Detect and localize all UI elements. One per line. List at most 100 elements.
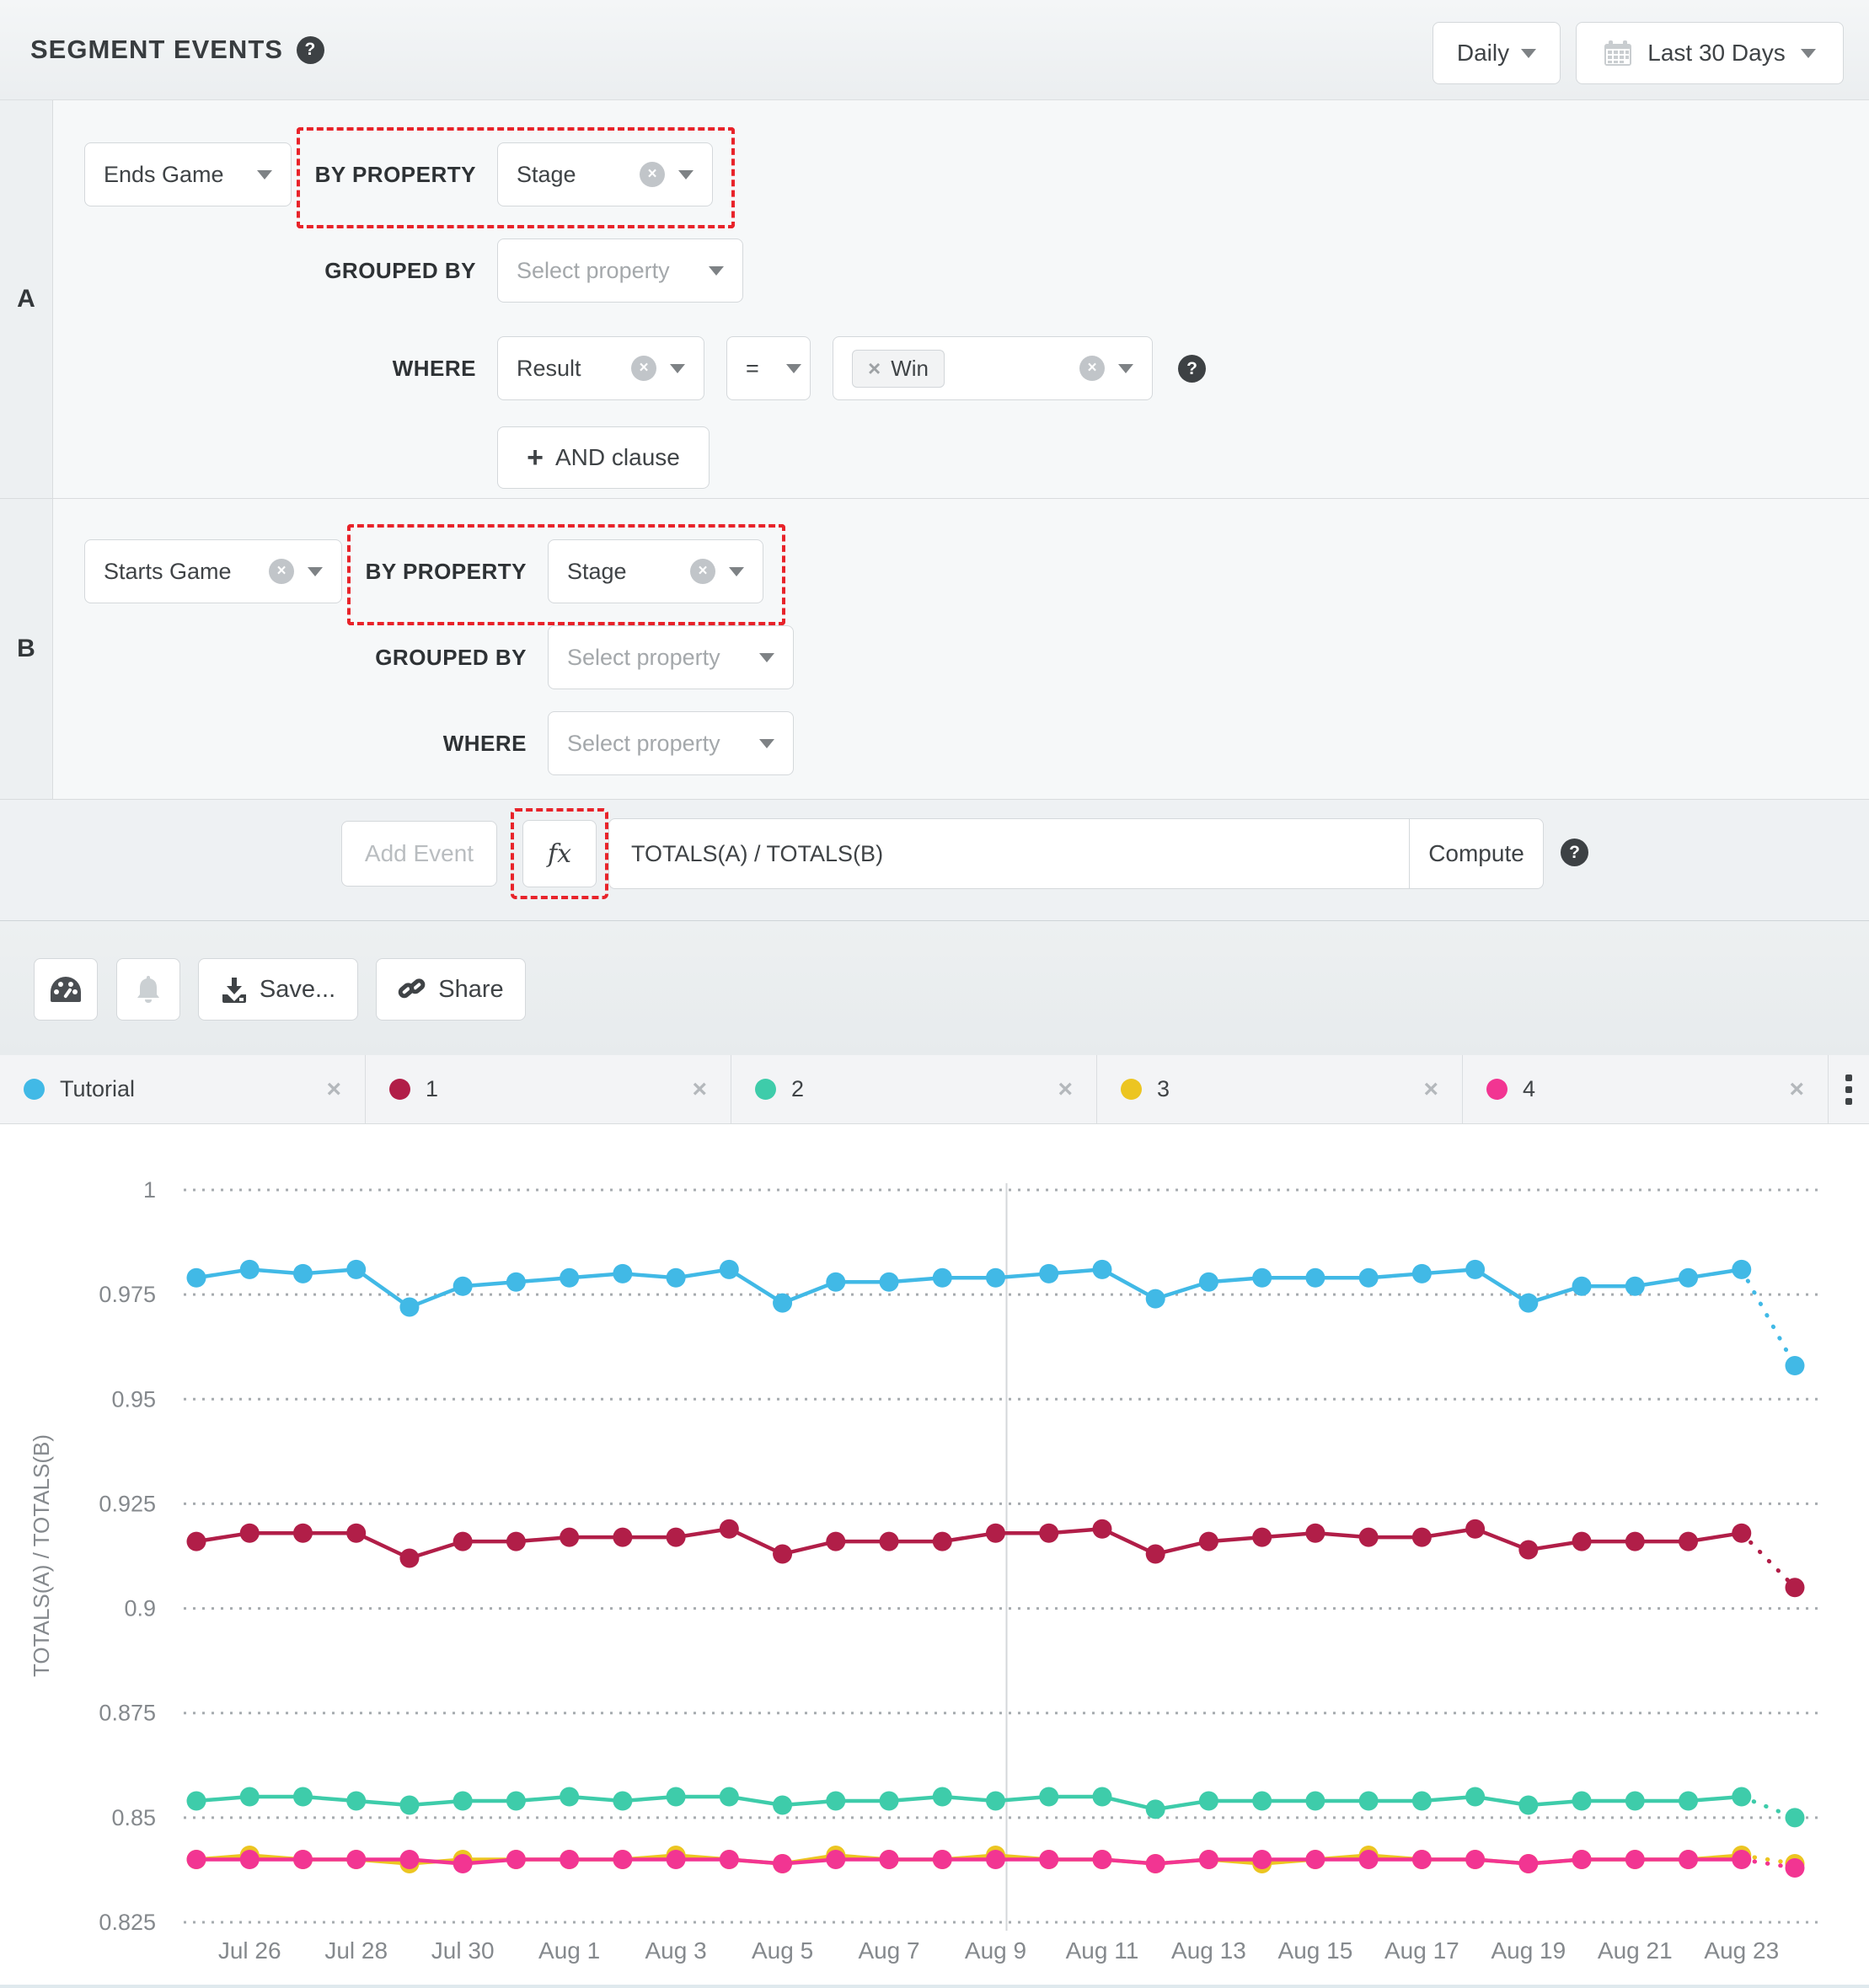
data-point-2-Jul 28[interactable]	[346, 1791, 366, 1810]
formula-fx-button[interactable]: fx	[522, 820, 597, 887]
data-point-Tutorial-Aug 17[interactable]	[1412, 1264, 1432, 1283]
legend-overflow-menu-icon[interactable]	[1829, 1055, 1869, 1123]
alert-button[interactable]	[116, 958, 180, 1021]
data-point-Tutorial-Jul 29[interactable]	[399, 1298, 419, 1317]
data-point-Tutorial-Aug 15[interactable]	[1305, 1268, 1325, 1288]
data-point-Tutorial-Aug 9[interactable]	[986, 1268, 1005, 1288]
data-point-4-Aug 13[interactable]	[1199, 1850, 1218, 1869]
data-point-Tutorial-Aug 14[interactable]	[1252, 1268, 1272, 1288]
data-point-1-Aug 23[interactable]	[1732, 1524, 1751, 1543]
data-point-2-Jul 26[interactable]	[240, 1787, 260, 1807]
and-clause-button[interactable]: + AND clause	[497, 426, 710, 489]
where-property-dropdown-a[interactable]: Result ×	[497, 336, 704, 400]
data-point-4-Aug 10[interactable]	[1039, 1850, 1058, 1869]
data-point-4-Aug 12[interactable]	[1146, 1854, 1165, 1873]
data-point-1-Aug 17[interactable]	[1412, 1528, 1432, 1547]
add-event-button[interactable]: Add Event	[341, 821, 497, 887]
data-point-1-Aug 10[interactable]	[1039, 1524, 1058, 1543]
where-value-chip[interactable]: × Win	[852, 350, 945, 388]
data-point-4-Jul 28[interactable]	[346, 1850, 366, 1869]
data-point-Tutorial-Aug 20[interactable]	[1572, 1277, 1592, 1296]
data-point-2-Jul 31[interactable]	[506, 1791, 526, 1810]
help-icon[interactable]: ?	[297, 36, 324, 64]
by-property-dropdown-b[interactable]: Stage ×	[548, 539, 763, 603]
data-point-2-Aug 17[interactable]	[1412, 1791, 1432, 1810]
data-point-Tutorial-Aug 6[interactable]	[826, 1273, 845, 1292]
compute-button[interactable]: Compute	[1409, 819, 1543, 888]
data-point-2-Aug 20[interactable]	[1572, 1791, 1592, 1810]
data-point-Tutorial-Aug 7[interactable]	[880, 1273, 899, 1292]
data-point-1-Aug 16[interactable]	[1359, 1528, 1379, 1547]
data-point-1-Aug 22[interactable]	[1679, 1532, 1698, 1551]
data-point-4-Aug 22[interactable]	[1679, 1850, 1698, 1869]
legend-tab-close-icon[interactable]: ×	[1058, 1075, 1073, 1104]
data-point-Tutorial-Aug 18[interactable]	[1465, 1260, 1485, 1279]
data-point-1-Aug 1[interactable]	[560, 1528, 579, 1547]
clear-icon[interactable]: ×	[1079, 356, 1105, 381]
data-point-Tutorial-Aug 24[interactable]	[1786, 1356, 1805, 1375]
data-point-1-Aug 12[interactable]	[1146, 1545, 1165, 1564]
data-point-4-Aug 11[interactable]	[1092, 1850, 1111, 1869]
data-point-2-Aug 4[interactable]	[720, 1787, 739, 1807]
data-point-4-Aug 7[interactable]	[880, 1850, 899, 1869]
data-point-4-Aug 4[interactable]	[720, 1850, 739, 1869]
data-point-1-Aug 11[interactable]	[1092, 1519, 1111, 1539]
data-point-4-Jul 26[interactable]	[240, 1850, 260, 1869]
date-range-dropdown[interactable]: Last 30 Days	[1576, 22, 1844, 84]
data-point-2-Aug 21[interactable]	[1625, 1791, 1645, 1810]
data-point-4-Aug 23[interactable]	[1732, 1850, 1751, 1869]
data-point-1-Aug 19[interactable]	[1518, 1541, 1538, 1560]
data-point-1-Aug 4[interactable]	[720, 1519, 739, 1539]
data-point-Tutorial-Jul 27[interactable]	[293, 1264, 313, 1283]
data-point-4-Aug 15[interactable]	[1305, 1850, 1325, 1869]
data-point-Tutorial-Jul 25[interactable]	[187, 1268, 206, 1288]
data-point-Tutorial-Jul 31[interactable]	[506, 1273, 526, 1292]
data-point-2-Aug 13[interactable]	[1199, 1791, 1218, 1810]
data-point-Tutorial-Jul 30[interactable]	[453, 1277, 473, 1296]
legend-tab-2[interactable]: 2×	[731, 1055, 1097, 1123]
clear-icon[interactable]: ×	[690, 559, 715, 584]
clear-icon[interactable]: ×	[640, 162, 665, 187]
legend-tab-3[interactable]: 3×	[1097, 1055, 1463, 1123]
data-point-2-Aug 6[interactable]	[826, 1791, 845, 1810]
data-point-2-Jul 30[interactable]	[453, 1791, 473, 1810]
legend-tab-close-icon[interactable]: ×	[692, 1075, 707, 1104]
legend-tab-1[interactable]: 1×	[366, 1055, 731, 1123]
data-point-1-Aug 8[interactable]	[933, 1532, 952, 1551]
data-point-2-Aug 10[interactable]	[1039, 1787, 1058, 1807]
data-point-1-Aug 14[interactable]	[1252, 1528, 1272, 1547]
data-point-4-Aug 19[interactable]	[1518, 1854, 1538, 1873]
data-point-Tutorial-Aug 11[interactable]	[1092, 1260, 1111, 1279]
data-point-1-Jul 28[interactable]	[346, 1524, 366, 1543]
data-point-1-Aug 9[interactable]	[986, 1524, 1005, 1543]
data-point-Tutorial-Aug 12[interactable]	[1146, 1289, 1165, 1309]
data-point-2-Aug 15[interactable]	[1305, 1791, 1325, 1810]
grouped-by-dropdown-a[interactable]: Select property	[497, 238, 743, 303]
data-point-4-Aug 9[interactable]	[986, 1850, 1005, 1869]
data-point-2-Jul 27[interactable]	[293, 1787, 313, 1807]
data-point-Tutorial-Aug 21[interactable]	[1625, 1277, 1645, 1296]
data-point-4-Aug 8[interactable]	[933, 1850, 952, 1869]
data-point-1-Aug 21[interactable]	[1625, 1532, 1645, 1551]
data-point-4-Aug 17[interactable]	[1412, 1850, 1432, 1869]
where-operator-dropdown-a[interactable]: =	[726, 336, 811, 400]
data-point-2-Aug 1[interactable]	[560, 1787, 579, 1807]
data-point-1-Jul 27[interactable]	[293, 1524, 313, 1543]
data-point-2-Aug 19[interactable]	[1518, 1795, 1538, 1814]
data-point-Tutorial-Aug 5[interactable]	[773, 1294, 792, 1313]
data-point-2-Aug 2[interactable]	[613, 1791, 632, 1810]
clear-icon[interactable]: ×	[631, 356, 656, 381]
where-dropdown-b[interactable]: Select property	[548, 711, 794, 775]
data-point-2-Aug 24[interactable]	[1786, 1808, 1805, 1827]
data-point-2-Aug 9[interactable]	[986, 1791, 1005, 1810]
data-point-Tutorial-Aug 4[interactable]	[720, 1260, 739, 1279]
data-point-1-Jul 30[interactable]	[453, 1532, 473, 1551]
data-point-Tutorial-Jul 26[interactable]	[240, 1260, 260, 1279]
legend-tab-close-icon[interactable]: ×	[326, 1075, 341, 1104]
data-point-1-Aug 15[interactable]	[1305, 1524, 1325, 1543]
data-point-4-Jul 25[interactable]	[187, 1850, 206, 1869]
legend-tab-Tutorial[interactable]: Tutorial×	[0, 1055, 366, 1123]
data-point-1-Aug 2[interactable]	[613, 1528, 632, 1547]
data-point-4-Aug 21[interactable]	[1625, 1850, 1645, 1869]
data-point-1-Aug 5[interactable]	[773, 1545, 792, 1564]
